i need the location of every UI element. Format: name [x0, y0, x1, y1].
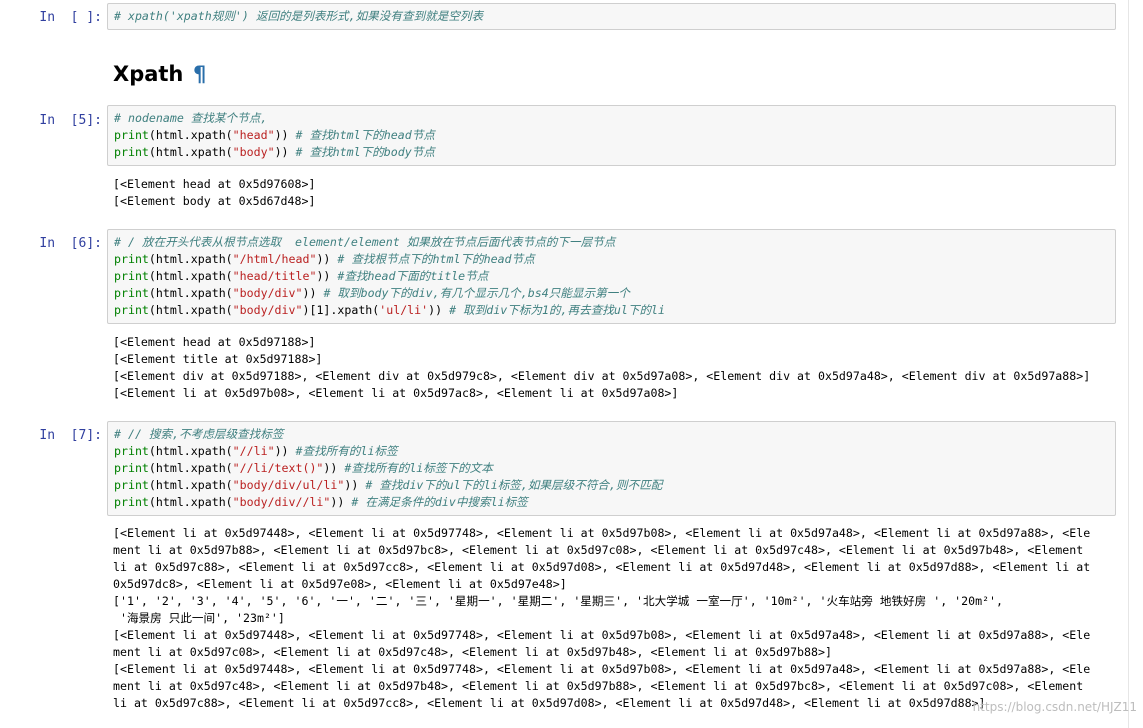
watermark: https://blog.csdn.net/HJZ11: [972, 700, 1137, 714]
input-prompt: In [7]:: [39, 428, 102, 443]
code-line: print(html.xpath("//li/text()")) #查找所有的l…: [114, 461, 493, 475]
scrollbar[interactable]: [1128, 0, 1143, 728]
output-line: [<Element li at 0x5d97448>, <Element li …: [113, 662, 1091, 676]
code-line: print(html.xpath("//li")) #查找所有的li标签: [114, 444, 398, 458]
output-line: [<Element li at 0x5d97b08>, <Element li …: [113, 386, 679, 400]
output-line: [<Element body at 0x5d67d48>]: [113, 194, 316, 208]
output-line: [<Element li at 0x5d97448>, <Element li …: [113, 526, 1091, 540]
markdown-heading: Xpath: [113, 62, 184, 86]
anchor-link-icon[interactable]: ¶: [193, 62, 206, 86]
code-line: print(html.xpath("body")) # 查找html下的body…: [114, 145, 435, 159]
output-line: [<Element head at 0x5d97188>]: [113, 335, 316, 349]
output-line: [<Element title at 0x5d97188>]: [113, 352, 323, 366]
code-line: # nodename 查找某个节点,: [114, 111, 268, 125]
code-line: # // 搜索,不考虑层级查找标签: [114, 427, 284, 441]
code-line: # / 放在开头代表从根节点选取 element/element 如果放在节点后…: [114, 235, 616, 249]
output-line: [<Element head at 0x5d97608>]: [113, 177, 316, 191]
output-line: ment li at 0x5d97c08>, <Element li at 0x…: [113, 645, 832, 659]
input-prompt: In [ ]:: [39, 10, 102, 25]
code-line: print(html.xpath("body/div")) # 取到body下的…: [114, 286, 630, 300]
code-input[interactable]: # nodename 查找某个节点, print(html.xpath("hea…: [107, 105, 1116, 166]
output-line: ment li at 0x5d97c48>, <Element li at 0x…: [113, 679, 1084, 693]
output-line: li at 0x5d97c88>, <Element li at 0x5d97c…: [113, 560, 1091, 574]
output-line: li at 0x5d97c88>, <Element li at 0x5d97c…: [113, 696, 986, 710]
output-line: [<Element li at 0x5d97448>, <Element li …: [113, 628, 1091, 642]
cell-output: [<Element head at 0x5d97188>] [<Element …: [113, 334, 1103, 402]
code-line: print(html.xpath("body/div/ul/li")) # 查找…: [114, 478, 663, 492]
code-line: print(html.xpath("/html/head")) # 查找根节点下…: [114, 252, 535, 266]
code-line: print(html.xpath("body/div")[1].xpath('u…: [114, 303, 665, 317]
code-line: print(html.xpath("head")) # 查找html下的head…: [114, 128, 435, 142]
cell-output: [<Element li at 0x5d97448>, <Element li …: [113, 525, 1103, 712]
code-line: print(html.xpath("body/div//li")) # 在满足条…: [114, 495, 528, 509]
output-line: [<Element div at 0x5d97188>, <Element di…: [113, 369, 1091, 383]
input-prompt: In [5]:: [39, 113, 102, 128]
output-line: ['1', '2', '3', '4', '5', '6', '一', '二',…: [113, 594, 1004, 608]
code-input[interactable]: # // 搜索,不考虑层级查找标签 print(html.xpath("//li…: [107, 421, 1116, 516]
cell-output: [<Element head at 0x5d97608>] [<Element …: [113, 176, 1103, 210]
code-line: print(html.xpath("head/title")) #查找head下…: [114, 269, 489, 283]
output-line: 0x5d97dc8>, <Element li at 0x5d97e08>, <…: [113, 577, 567, 591]
code-line: # xpath('xpath规则') 返回的是列表形式,如果没有查到就是空列表: [114, 9, 484, 23]
input-prompt: In [6]:: [39, 236, 102, 251]
notebook: In [ ]: # xpath('xpath规则') 返回的是列表形式,如果没有…: [0, 0, 1143, 728]
output-line: ment li at 0x5d97b88>, <Element li at 0x…: [113, 543, 1084, 557]
code-input[interactable]: # xpath('xpath规则') 返回的是列表形式,如果没有查到就是空列表: [107, 3, 1116, 30]
output-line: '海景房 只此一间', '23m²']: [113, 611, 285, 625]
code-input[interactable]: # / 放在开头代表从根节点选取 element/element 如果放在节点后…: [107, 229, 1116, 324]
